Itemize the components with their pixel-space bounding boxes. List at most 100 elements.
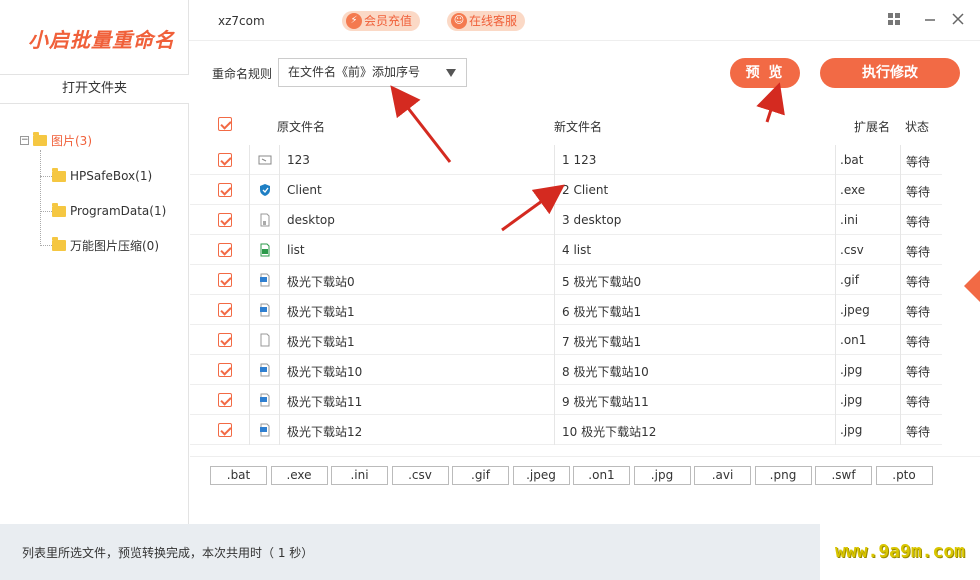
vip-recharge-button[interactable]: ⚡ 会员充值 xyxy=(342,11,421,31)
column-divider xyxy=(554,265,555,295)
row-checkbox[interactable] xyxy=(218,393,232,407)
status: 等待 xyxy=(906,335,931,349)
column-divider xyxy=(554,325,555,355)
minimize-icon[interactable] xyxy=(922,12,938,28)
table-row[interactable]: 123 1 123 .bat 等待 xyxy=(190,145,942,175)
online-service-button[interactable]: ☺ 在线客服 xyxy=(447,11,526,31)
ext-filter-button[interactable]: .jpg xyxy=(633,466,691,485)
row-checkbox[interactable] xyxy=(218,243,232,257)
ext-filter-button[interactable]: .jpeg xyxy=(512,466,570,485)
column-divider xyxy=(554,355,555,385)
vip-recharge-label: 会员充值 xyxy=(364,14,413,28)
column-divider xyxy=(279,145,280,175)
extension: .gif xyxy=(840,273,859,287)
table-row[interactable]: 极光下载站10 8 极光下载站10 .jpg 等待 xyxy=(190,355,942,385)
status: 等待 xyxy=(906,395,931,409)
image-file-icon xyxy=(258,393,270,407)
table-row[interactable]: desktop 3 desktop .ini 等待 xyxy=(190,205,942,235)
column-divider xyxy=(279,295,280,325)
ext-filter-button[interactable]: .avi xyxy=(694,466,751,485)
rule-select[interactable]: 在文件名《前》添加序号 xyxy=(278,58,467,87)
column-divider xyxy=(554,205,555,235)
table-row[interactable]: 极光下载站1 6 极光下载站1 .jpeg 等待 xyxy=(190,295,942,325)
column-divider xyxy=(900,295,901,325)
close-icon[interactable] xyxy=(950,12,966,28)
image-file-icon xyxy=(258,423,270,437)
ext-filter-button[interactable]: .bat xyxy=(210,466,267,485)
ext-filter-button[interactable]: .swf xyxy=(815,466,872,485)
folder-icon xyxy=(33,131,47,146)
ext-filter-button[interactable]: .gif xyxy=(452,466,509,485)
header-extension: 扩展名 xyxy=(854,120,891,134)
row-checkbox[interactable] xyxy=(218,153,232,167)
tree-root-label: 图片(3) xyxy=(51,133,92,148)
tree-item-image-compress[interactable]: 万能图片压缩(0) xyxy=(40,236,159,253)
rule-label: 重命名规则 xyxy=(212,67,273,81)
column-divider xyxy=(249,355,250,385)
divider xyxy=(189,40,980,41)
folder-icon xyxy=(52,202,66,217)
status: 等待 xyxy=(906,305,931,319)
column-divider xyxy=(249,145,250,175)
site-label: xz7com xyxy=(218,14,265,28)
ext-filter-button[interactable]: .ini xyxy=(331,466,388,485)
table-row[interactable]: 极光下载站0 5 极光下载站0 .gif 等待 xyxy=(190,265,942,295)
column-divider xyxy=(900,415,901,445)
tree-connector xyxy=(40,244,52,246)
ext-filter-button[interactable]: .pto xyxy=(875,466,933,485)
row-checkbox[interactable] xyxy=(218,213,232,227)
side-expand-tab[interactable] xyxy=(964,270,980,302)
folder-icon xyxy=(52,167,66,182)
tree-connector xyxy=(40,210,52,212)
ext-filter-button[interactable]: .png xyxy=(754,466,812,485)
row-checkbox[interactable] xyxy=(218,333,232,347)
column-divider xyxy=(835,205,836,235)
column-divider xyxy=(249,385,250,415)
column-divider xyxy=(835,385,836,415)
execute-button[interactable]: 执行修改 xyxy=(820,58,960,88)
ext-filter-button[interactable]: .exe xyxy=(270,466,328,485)
row-checkbox[interactable] xyxy=(218,273,232,287)
tree-root-pictures[interactable]: − 图片(3) xyxy=(20,131,92,148)
extension: .jpeg xyxy=(840,303,870,317)
column-divider xyxy=(249,325,250,355)
open-folder-button[interactable]: 打开文件夹 xyxy=(0,74,189,104)
original-name: desktop xyxy=(287,213,335,227)
column-divider xyxy=(249,265,250,295)
status: 等待 xyxy=(906,155,931,169)
column-divider xyxy=(249,235,250,265)
blank-file-icon xyxy=(258,333,270,347)
row-checkbox[interactable] xyxy=(218,183,232,197)
row-checkbox[interactable] xyxy=(218,303,232,317)
select-all-checkbox[interactable] xyxy=(218,117,232,131)
extension: .jpg xyxy=(840,423,863,437)
column-divider xyxy=(554,235,555,265)
folder-icon xyxy=(52,236,66,251)
grid-menu-icon[interactable] xyxy=(886,12,902,28)
preview-button[interactable]: 预 览 xyxy=(730,58,800,88)
ext-filter-button[interactable]: .on1 xyxy=(573,466,630,485)
column-divider xyxy=(279,265,280,295)
table-row[interactable]: Client 2 Client .exe 等待 xyxy=(190,175,942,205)
column-divider xyxy=(279,385,280,415)
original-name: 极光下载站1 xyxy=(287,305,355,319)
row-checkbox[interactable] xyxy=(218,363,232,377)
collapse-icon[interactable]: − xyxy=(20,135,29,145)
column-divider xyxy=(554,145,555,175)
header-status: 状态 xyxy=(905,120,930,134)
tree-item-programdata[interactable]: ProgramData(1) xyxy=(40,202,166,219)
original-name: 极光下载站1 xyxy=(287,335,355,349)
column-divider xyxy=(835,295,836,325)
table-row[interactable]: 极光下载站1 7 极光下载站1 .on1 等待 xyxy=(190,325,942,355)
ext-filter-button[interactable]: .csv xyxy=(391,466,449,485)
column-divider xyxy=(835,325,836,355)
column-divider xyxy=(554,385,555,415)
column-divider xyxy=(835,145,836,175)
image-file-icon xyxy=(258,303,270,317)
tree-item-hpsafebox[interactable]: HPSafeBox(1) xyxy=(40,167,152,184)
table-row[interactable]: 极光下载站12 10 极光下载站12 .jpg 等待 xyxy=(190,415,942,445)
table-row[interactable]: list 4 list .csv 等待 xyxy=(190,235,942,265)
table-row[interactable]: 极光下载站11 9 极光下载站11 .jpg 等待 xyxy=(190,385,942,415)
app-window: 小启批量重命名 打开文件夹 − 图片(3) HPSafeBox(1) Progr… xyxy=(0,0,980,580)
row-checkbox[interactable] xyxy=(218,423,232,437)
